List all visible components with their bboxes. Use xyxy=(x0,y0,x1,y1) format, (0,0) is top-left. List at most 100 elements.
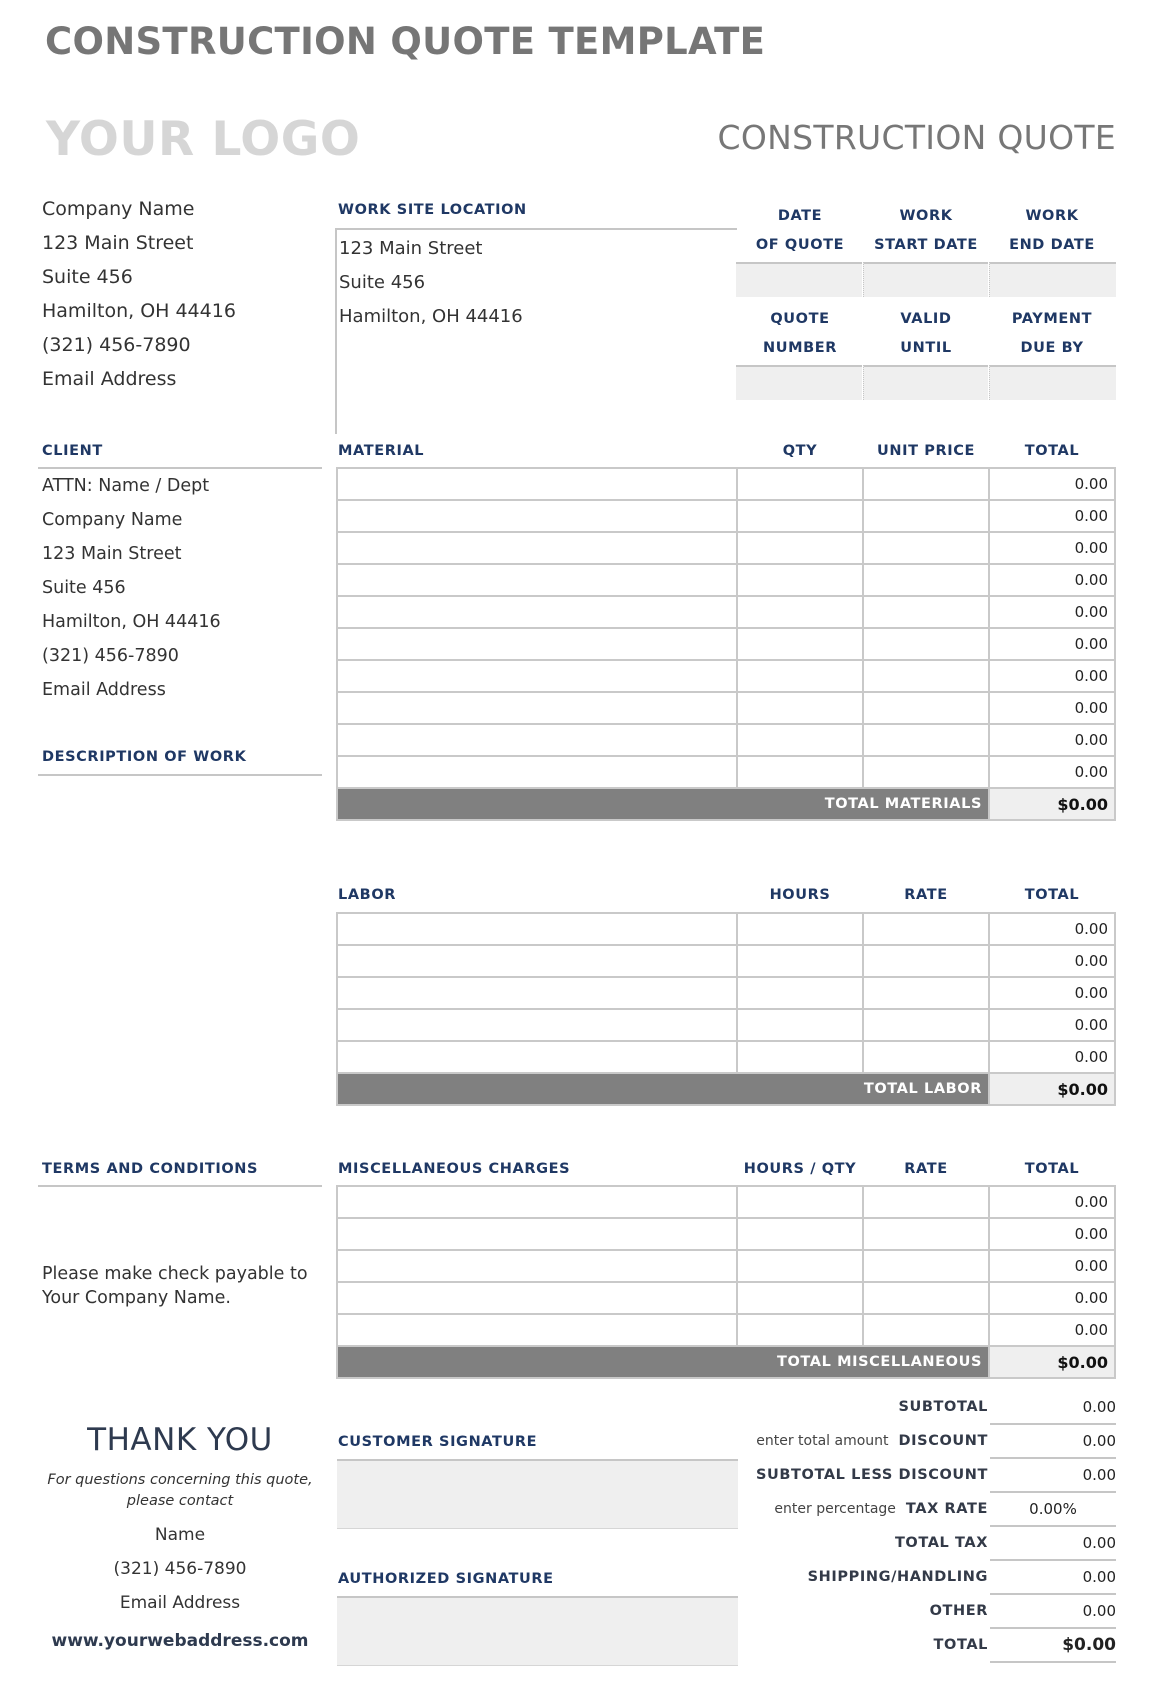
client-company[interactable]: Company Name xyxy=(42,510,221,544)
work-site-street[interactable]: 123 Main Street xyxy=(339,238,523,272)
labor-rate-cell[interactable] xyxy=(862,976,990,1010)
description-of-work-field[interactable] xyxy=(38,778,322,1138)
materials-unit_price-cell[interactable] xyxy=(862,659,990,693)
authorized-signature-field[interactable] xyxy=(337,1596,738,1666)
materials-unit_price-cell[interactable] xyxy=(862,691,990,725)
summary-value-shipping-handling[interactable]: 0.00 xyxy=(990,1561,1116,1595)
materials-item-cell[interactable] xyxy=(336,723,738,757)
materials-item-cell[interactable] xyxy=(336,467,738,501)
summary-value-tax-rate[interactable]: 0.00% xyxy=(990,1493,1116,1527)
labor-item-cell[interactable] xyxy=(336,1008,738,1042)
materials-item-cell[interactable] xyxy=(336,499,738,533)
work-site-city[interactable]: Hamilton, OH 44416 xyxy=(339,306,523,340)
company-phone[interactable]: (321) 456-7890 xyxy=(42,334,236,368)
labor-rate-cell[interactable] xyxy=(862,1040,990,1074)
misc-rate-cell[interactable] xyxy=(862,1217,990,1251)
work-end-date-field[interactable] xyxy=(989,262,1116,297)
company-suite[interactable]: Suite 456 xyxy=(42,266,236,300)
materials-item-cell[interactable] xyxy=(336,531,738,565)
misc-qty-cell[interactable] xyxy=(736,1313,864,1347)
materials-unit_price-cell[interactable] xyxy=(862,755,990,789)
terms-text[interactable]: Please make check payable to Your Compan… xyxy=(42,1262,308,1310)
summary-value-other[interactable]: 0.00 xyxy=(990,1595,1116,1629)
materials-unit_price-cell[interactable] xyxy=(862,627,990,661)
client-attn[interactable]: ATTN: Name / Dept xyxy=(42,476,221,510)
company-email[interactable]: Email Address xyxy=(42,368,236,402)
labor-hours-cell[interactable] xyxy=(736,912,864,946)
misc-item-cell[interactable] xyxy=(336,1313,738,1347)
work-site-address[interactable]: 123 Main Street Suite 456 Hamilton, OH 4… xyxy=(339,238,523,340)
labor-item-cell[interactable] xyxy=(336,944,738,978)
labor-hours-cell[interactable] xyxy=(736,1040,864,1074)
materials-qty-cell[interactable] xyxy=(736,691,864,725)
labor-hours-cell[interactable] xyxy=(736,1008,864,1042)
misc-item-cell[interactable] xyxy=(336,1185,738,1219)
company-name[interactable]: Company Name xyxy=(42,198,236,232)
materials-unit_price-cell[interactable] xyxy=(862,595,990,629)
labor-item-cell[interactable] xyxy=(336,912,738,946)
logo-placeholder[interactable]: YOUR LOGO xyxy=(46,112,360,167)
work-end-date-header: WORK END DATE xyxy=(989,202,1115,260)
materials-qty-cell[interactable] xyxy=(736,627,864,661)
website-link[interactable]: www.yourwebaddress.com xyxy=(30,1631,330,1651)
client-email[interactable]: Email Address xyxy=(42,680,221,714)
client-street[interactable]: 123 Main Street xyxy=(42,544,221,578)
valid-until-field[interactable] xyxy=(863,365,988,400)
materials-unit_price-cell[interactable] xyxy=(862,563,990,597)
labor-rate-cell[interactable] xyxy=(862,1008,990,1042)
misc-rate-cell[interactable] xyxy=(862,1185,990,1219)
summary-row: SUBTOTAL 0.00 xyxy=(700,1391,1116,1425)
materials-item-cell[interactable] xyxy=(336,563,738,597)
header-line: DUE BY xyxy=(1020,340,1084,356)
materials-unit_price-cell[interactable] xyxy=(862,723,990,757)
labor-item-cell[interactable] xyxy=(336,1040,738,1074)
labor-rate-cell[interactable] xyxy=(862,944,990,978)
misc-qty-cell[interactable] xyxy=(736,1249,864,1283)
summary-value-discount[interactable]: 0.00 xyxy=(990,1425,1116,1459)
materials-item-cell[interactable] xyxy=(336,691,738,725)
materials-unit_price-cell[interactable] xyxy=(862,531,990,565)
materials-item-cell[interactable] xyxy=(336,595,738,629)
materials-qty-cell[interactable] xyxy=(736,531,864,565)
company-city[interactable]: Hamilton, OH 44416 xyxy=(42,300,236,334)
contact-phone[interactable]: (321) 456-7890 xyxy=(30,1559,330,1593)
misc-qty-cell[interactable] xyxy=(736,1281,864,1315)
payment-due-by-field[interactable] xyxy=(989,365,1116,400)
misc-rate-cell[interactable] xyxy=(862,1281,990,1315)
materials-qty-cell[interactable] xyxy=(736,659,864,693)
misc-item-cell[interactable] xyxy=(336,1281,738,1315)
misc-qty-cell[interactable] xyxy=(736,1185,864,1219)
materials-qty-cell[interactable] xyxy=(736,723,864,757)
materials-qty-cell[interactable] xyxy=(736,563,864,597)
misc-item-cell[interactable] xyxy=(336,1249,738,1283)
labor-hours-cell[interactable] xyxy=(736,976,864,1010)
materials-qty-cell[interactable] xyxy=(736,467,864,501)
labor-hours-cell[interactable] xyxy=(736,944,864,978)
materials-unit_price-cell[interactable] xyxy=(862,467,990,501)
materials-item-cell[interactable] xyxy=(336,627,738,661)
client-suite[interactable]: Suite 456 xyxy=(42,578,221,612)
misc-rate-cell[interactable] xyxy=(862,1249,990,1283)
materials-qty-cell[interactable] xyxy=(736,595,864,629)
contact-email[interactable]: Email Address xyxy=(30,1593,330,1631)
materials-qty-cell[interactable] xyxy=(736,499,864,533)
materials-qty-cell[interactable] xyxy=(736,755,864,789)
work-start-date-field[interactable] xyxy=(863,262,988,297)
company-street[interactable]: 123 Main Street xyxy=(42,232,236,266)
labor-item-cell[interactable] xyxy=(336,976,738,1010)
client-phone[interactable]: (321) 456-7890 xyxy=(42,646,221,680)
materials-unit_price-cell[interactable] xyxy=(862,499,990,533)
misc-rate-cell[interactable] xyxy=(862,1313,990,1347)
thank-you-block: THANK YOU For questions concerning this … xyxy=(30,1422,330,1651)
contact-name[interactable]: Name xyxy=(30,1525,330,1559)
quote-number-field[interactable] xyxy=(736,365,862,400)
client-city[interactable]: Hamilton, OH 44416 xyxy=(42,612,221,646)
misc-item-cell[interactable] xyxy=(336,1217,738,1251)
materials-item-cell[interactable] xyxy=(336,755,738,789)
misc-qty-cell[interactable] xyxy=(736,1217,864,1251)
labor-rate-cell[interactable] xyxy=(862,912,990,946)
date-of-quote-field[interactable] xyxy=(736,262,862,297)
work-site-suite[interactable]: Suite 456 xyxy=(339,272,523,306)
customer-signature-field[interactable] xyxy=(337,1459,738,1529)
materials-item-cell[interactable] xyxy=(336,659,738,693)
